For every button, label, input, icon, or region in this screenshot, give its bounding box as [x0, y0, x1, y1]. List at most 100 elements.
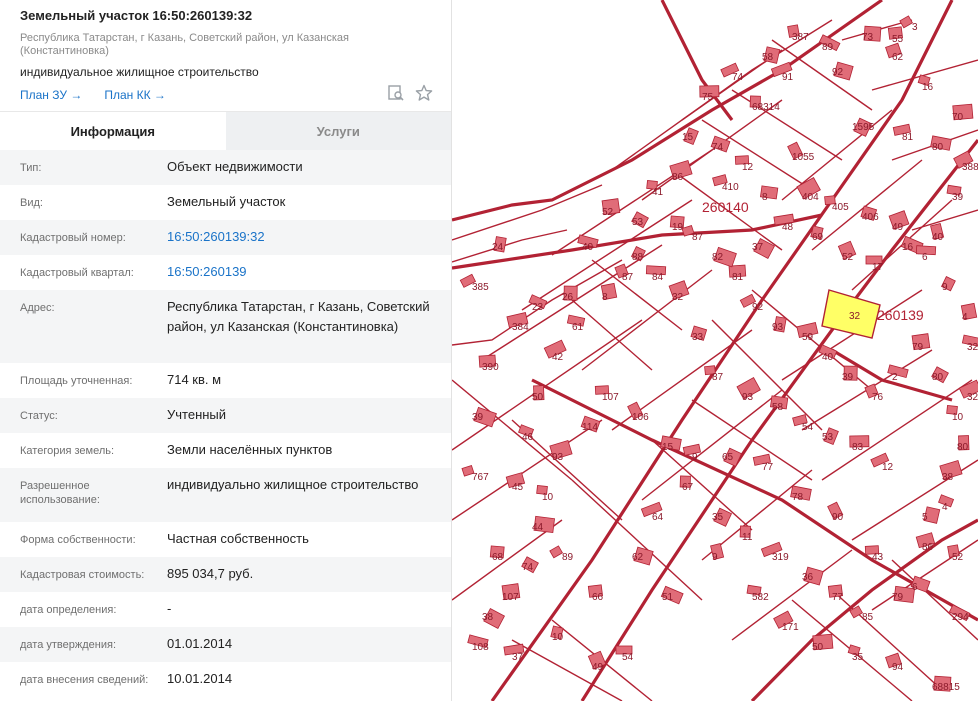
parcel-number-label: 1595: [852, 122, 875, 133]
parcel-number-label: 6: [912, 582, 918, 593]
parcel-number-label: 5: [922, 512, 928, 523]
row-value: Частная собственность: [167, 531, 309, 546]
row-value: 895 034,7 руб.: [167, 566, 254, 581]
selected-parcel-label: 32: [849, 311, 861, 322]
plan-kk-link[interactable]: План КК →: [104, 88, 166, 102]
quarter-label-260140: 260140: [702, 199, 749, 215]
info-panel: Земельный участок 16:50:260139:32 Респуб…: [0, 0, 452, 701]
row-type: Тип: Объект недвижимости: [0, 150, 451, 185]
parcel-number-label: 70: [952, 112, 964, 123]
cadastral-quarter-link[interactable]: 16:50:260139: [167, 255, 431, 282]
parcel-number-label: 40: [822, 352, 834, 363]
row-ownership: Форма собственности: Частная собственнос…: [0, 522, 451, 557]
parcel-number-label: 322: [967, 342, 978, 353]
row-label: Тип:: [20, 162, 42, 174]
row-label: дата утверждения:: [20, 639, 117, 651]
quarter-label-260139: 260139: [877, 307, 924, 323]
parcel-number-label: 52: [952, 552, 964, 563]
cadastral-map[interactable]: 3 55 92 91 68314 1595 81 80 1055 12 74 86 41 53 52 40 87…: [452, 0, 978, 701]
parcel-number-label: 15: [662, 442, 674, 453]
parcel-number-label: 92: [752, 302, 764, 313]
plan-zu-link[interactable]: План ЗУ →: [20, 88, 82, 102]
parcel-number-label: 53: [822, 432, 834, 443]
parcel-number-label: 106: [632, 412, 649, 423]
row-label: Кадастровая стоимость:: [20, 569, 145, 581]
parcel-number-label: 406: [862, 212, 879, 223]
parcel-number-label: 81: [902, 132, 914, 143]
parcel-number-label: 92: [832, 67, 844, 78]
parcel-number-label: 12: [882, 462, 894, 473]
parcel-number-label: 3: [912, 22, 918, 33]
parcel-number-label: 78: [792, 492, 804, 503]
parcel-number-label: 410: [722, 182, 739, 193]
parcel-number-label: 55: [892, 34, 904, 45]
parcel-number-label: 405: [832, 202, 849, 213]
parcel-number-label: 51: [662, 592, 674, 603]
parcel-number-label: 107: [602, 392, 619, 403]
parcel-number-label: 390: [482, 362, 499, 373]
parcel-number-label: 40: [582, 242, 594, 253]
row-address: Адрес: Республика Татарстан, г Казань, С…: [0, 290, 451, 363]
parcel-number-label: 1055: [792, 152, 815, 163]
tab-bar: Информация Услуги: [0, 111, 451, 150]
parcel-number-label: 87: [712, 372, 724, 383]
row-label: Площадь уточненная:: [20, 375, 133, 387]
row-value: 10.01.2014: [167, 671, 233, 686]
parcel-number-label: 74: [522, 562, 534, 573]
parcel-number-label: 87: [692, 232, 704, 243]
parcel-number-label: 2: [892, 372, 898, 383]
parcel-number-label: 87: [622, 272, 634, 283]
parcel-number-label: 19: [672, 222, 684, 233]
parcel-number-label: 108: [472, 642, 489, 653]
report-icon[interactable]: [387, 84, 405, 102]
row-area: Площадь уточненная: 714 кв. м: [0, 363, 451, 398]
parcel-number-label: 38: [942, 472, 954, 483]
parcel-number-label: 90: [832, 512, 844, 523]
parcel-number-label: 75: [702, 92, 714, 103]
map-canvas[interactable]: 3559291683141595818010551274864153524087…: [452, 0, 978, 701]
parcel-number-label: 84: [652, 272, 664, 283]
row-label: дата внесения сведений:: [20, 674, 149, 686]
row-value: 01.01.2014: [167, 636, 233, 651]
parcel-number-label: 68815: [932, 682, 960, 693]
parcel-number-label: 80: [932, 372, 944, 383]
tab-services[interactable]: Услуги: [225, 112, 451, 150]
parcel-number-label: 86: [672, 172, 684, 183]
parcel-number-label: 45: [512, 482, 524, 493]
parcel-number-label: 388: [962, 162, 978, 173]
parcel-number-label: 77: [832, 592, 844, 603]
parcel-usage: индивидуальное жилищное строительство: [20, 65, 259, 79]
row-cadastral-cost: Кадастровая стоимость: 895 034,7 руб.: [0, 557, 451, 592]
parcel-number-label: 43: [872, 552, 884, 563]
parcel-number-label: 767: [472, 472, 489, 483]
parcel-number-label: 83: [852, 442, 864, 453]
row-label: Статус:: [20, 410, 58, 422]
star-icon[interactable]: [415, 84, 433, 102]
row-label: Кадастровый квартал:: [20, 267, 134, 279]
parcel-number-label: 93: [772, 322, 784, 333]
parcel-number-label: 52: [602, 207, 614, 218]
parcel-number-label: 35: [712, 512, 724, 523]
cadastral-number-link[interactable]: 16:50:260139:32: [167, 220, 431, 247]
parcel-number-label: 8: [762, 192, 768, 203]
row-label: Адрес:: [20, 302, 55, 314]
parcel-number-label: 26: [562, 292, 574, 303]
row-label: Категория земель:: [20, 445, 115, 457]
page-title: Земельный участок 16:50:260139:32: [20, 8, 253, 23]
parcel-number-label: 80: [957, 442, 969, 453]
parcel-number-label: 384: [512, 322, 529, 333]
parcel-address: Республика Татарстан, г Казань, Советски…: [20, 32, 349, 57]
row-status: Статус: Учтенный: [0, 398, 451, 433]
parcel-number-label: 77: [762, 462, 774, 473]
parcel-number-label: 74: [712, 142, 724, 153]
parcel-number-label: 49: [592, 662, 604, 673]
parcel-number-label: 88: [632, 252, 644, 263]
parcel-number-label: 4: [962, 312, 968, 323]
parcel-number-label: 80: [932, 142, 944, 153]
parcel-number-label: 32: [672, 292, 684, 303]
parcel-number-label: 68: [492, 552, 504, 563]
parcel-number-label: 67: [682, 482, 694, 493]
row-value: 714 кв. м: [167, 372, 222, 387]
tab-information[interactable]: Информация: [0, 112, 226, 150]
parcel-number-label: 89: [562, 552, 574, 563]
